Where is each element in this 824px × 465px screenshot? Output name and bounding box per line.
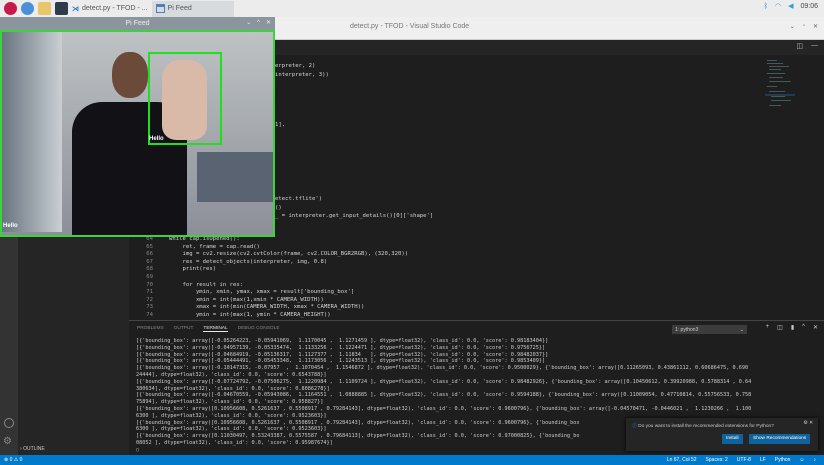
line-number: 65	[146, 243, 153, 250]
line-ending[interactable]: LF	[760, 457, 766, 463]
code-line: interpreter, 3))	[275, 72, 329, 78]
browser-icon[interactable]	[21, 2, 34, 15]
code-line: xmax = int(min(CAMERA_WIDTH, xmax * CAME…	[169, 304, 365, 311]
minimize-icon[interactable]: ⌄	[246, 17, 251, 30]
notification-toast: ⓘ Do you want to install the recommended…	[626, 418, 818, 451]
window-title: detect.py - TFOD - Visual Studio Code	[350, 23, 470, 30]
split-terminal-icon[interactable]: ◫	[777, 324, 783, 331]
account-icon[interactable]	[4, 418, 14, 428]
close-notification-icon[interactable]: ⚙ ✕	[803, 421, 813, 426]
install-button[interactable]: Install	[722, 434, 743, 444]
code-line: xmin = int(max(1,xmin * CAMERA_WIDTH))	[169, 296, 324, 303]
close-icon[interactable]: ✕	[813, 23, 818, 30]
raspberry-menu-icon[interactable]	[4, 2, 17, 15]
code-line: res = detect_objects(interpreter, img, 0…	[169, 258, 328, 265]
new-terminal-icon[interactable]: +	[766, 324, 770, 331]
wifi-icon[interactable]: ◠	[775, 2, 781, 10]
terminal-select[interactable]: 1: python3 ⌄	[672, 325, 747, 334]
task-pi-feed[interactable]: Pi Feed	[151, 0, 234, 17]
code-line: ymin, xmin, ymax, xmax = result['boundin…	[169, 289, 355, 296]
code-line: 1],	[275, 122, 286, 128]
line-number: 70	[146, 281, 153, 288]
volume-icon[interactable]: ◀	[788, 2, 793, 10]
code-line: ymin = int(max(1, ymin * CAMERA_HEIGHT))	[169, 312, 331, 318]
camera-feed: Hello Hello	[0, 30, 275, 237]
terminal-icon[interactable]	[55, 2, 68, 15]
code-line: for result in res:	[169, 281, 244, 288]
split-editor-icon[interactable]: ◫	[796, 42, 803, 50]
indentation[interactable]: Spaces: 2	[706, 457, 728, 463]
info-icon: ⓘ	[632, 424, 637, 429]
tab-debug-console[interactable]: DEBUG CONSOLE	[238, 326, 280, 332]
vscode-icon: ⋊	[72, 5, 79, 13]
window-icon	[155, 4, 165, 13]
line-number: 67	[146, 258, 153, 265]
trash-icon[interactable]: ▮	[791, 324, 794, 331]
task-vscode[interactable]: ⋊ detect.py - TFOD - ...	[68, 1, 152, 17]
code-line: ()	[275, 205, 282, 211]
line-number: 74	[146, 312, 153, 318]
cursor-position[interactable]: Ln 67, Col 52	[667, 457, 697, 463]
detection-box-hand	[148, 52, 222, 145]
detection-label: Hello	[3, 223, 18, 229]
line-number: 69	[146, 274, 153, 280]
outline-section[interactable]: › OUTLINE	[20, 446, 45, 452]
encoding[interactable]: UTF-8	[737, 457, 751, 463]
wall-window	[2, 32, 62, 232]
person-head	[112, 52, 148, 98]
tab-terminal[interactable]: TERMINAL	[203, 326, 228, 332]
status-bar: ⊗ 0 ⚠ 0 Ln 67, Col 52 Spaces: 2 UTF-8 LF…	[0, 455, 824, 465]
tab-problems[interactable]: PROBLEMS	[137, 326, 164, 332]
table	[197, 152, 273, 202]
more-icon[interactable]: —	[811, 42, 818, 50]
line-number: 66	[146, 251, 153, 258]
detection-label: Hello	[149, 136, 164, 142]
tab-output[interactable]: OUTPUT	[174, 326, 194, 332]
code-line: _ = interpreter.get_input_details()[0]['…	[275, 213, 434, 219]
code-line: ret, frame = cap.read()	[169, 243, 260, 250]
minimize-icon[interactable]: ⌄	[790, 23, 795, 30]
bell-icon[interactable]: ♪	[814, 457, 817, 463]
maximize-panel-icon[interactable]: ^	[802, 324, 805, 331]
maximize-icon[interactable]: ▫	[803, 23, 805, 30]
bluetooth-icon[interactable]: ᛒ	[764, 3, 768, 10]
maximize-icon[interactable]: ^	[257, 17, 260, 30]
clock: 09:06	[800, 2, 818, 10]
language-mode[interactable]: Python	[775, 457, 791, 463]
close-icon[interactable]: ✕	[266, 17, 271, 30]
pi-feed-window: Pi Feed ⌄ ^ ✕ Hello Hello	[0, 17, 275, 237]
code-line: print(res)	[169, 266, 217, 273]
minimap[interactable]	[765, 58, 795, 118]
taskbar: ⋊ detect.py - TFOD - ... Pi Feed ᛒ ◠ ◀ 09…	[0, 0, 824, 17]
pi-feed-titlebar[interactable]: Pi Feed ⌄ ^ ✕	[0, 17, 275, 30]
code-line: etect.tflite')	[275, 196, 323, 202]
problems-count[interactable]: ⊗ 0 ⚠ 0	[4, 457, 22, 463]
code-line: img = cv2.resize(cv2.cvtColor(frame, cv2…	[169, 251, 409, 258]
show-recommendations-button[interactable]: Show Recommendations	[749, 434, 811, 444]
chevron-down-icon: ⌄	[739, 327, 744, 333]
feedback-icon[interactable]: ☺	[799, 457, 804, 463]
line-number: 71	[146, 289, 153, 296]
close-panel-icon[interactable]: ✕	[813, 324, 818, 331]
line-number: 73	[146, 304, 153, 311]
line-number: 68	[146, 266, 153, 273]
file-manager-icon[interactable]	[38, 2, 51, 15]
code-line: erpreter, 2)	[275, 63, 316, 69]
settings-gear-icon[interactable]: ⚙	[3, 436, 12, 447]
line-number: 72	[146, 296, 153, 303]
